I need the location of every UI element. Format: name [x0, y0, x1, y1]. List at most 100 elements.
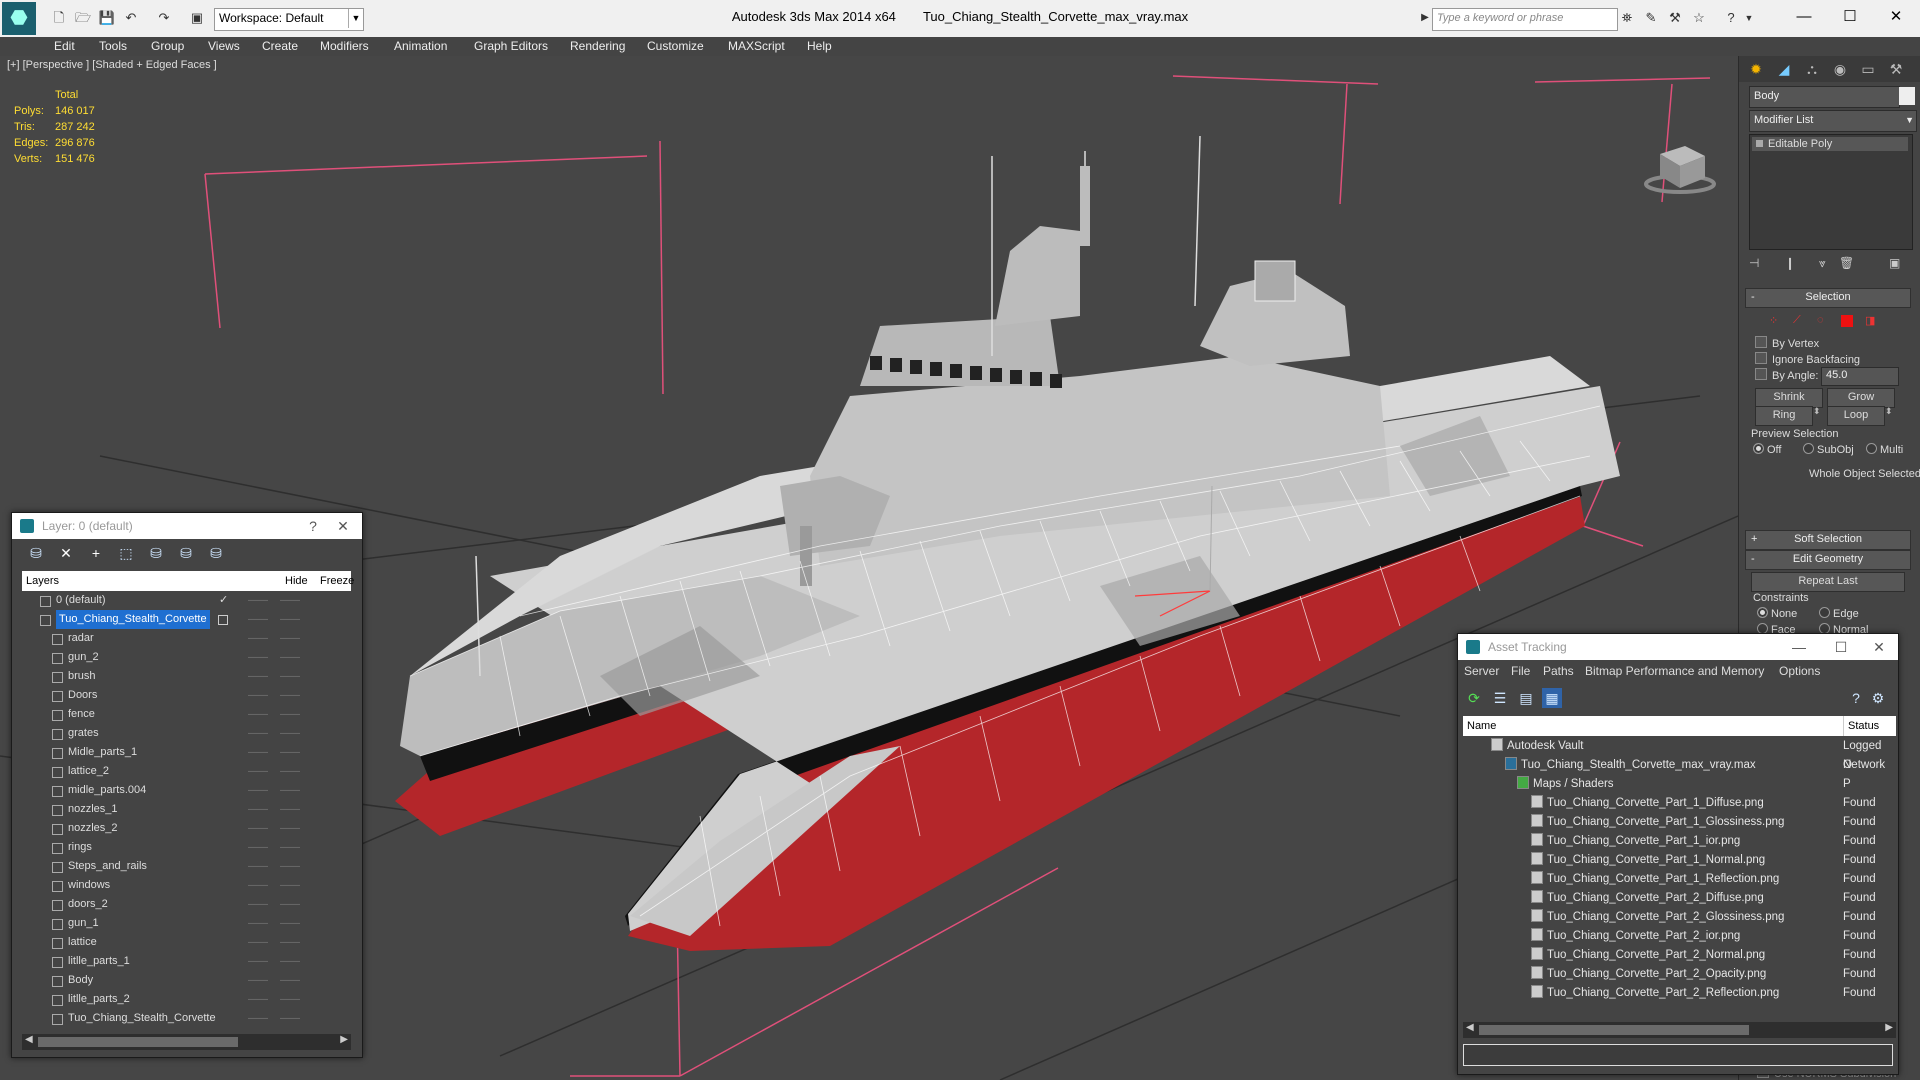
- hide-toggle[interactable]: ——: [248, 667, 268, 686]
- menu-create[interactable]: Create: [262, 38, 298, 55]
- layer-row[interactable]: litlle_parts_1 —— ——: [22, 952, 300, 971]
- preview-multi-radio[interactable]: Multi: [1866, 443, 1903, 456]
- layer-row[interactable]: litlle_parts_2 —— ——: [22, 990, 300, 1009]
- hide-all-layers-icon[interactable]: ⛁: [176, 543, 196, 563]
- layer-window-titlebar[interactable]: Layer: 0 (default) ? ✕: [12, 513, 362, 539]
- hide-toggle[interactable]: ——: [248, 838, 268, 857]
- object-color-swatch[interactable]: [1899, 87, 1915, 105]
- list-view-icon[interactable]: ☰: [1490, 688, 1510, 708]
- help-dropdown-icon[interactable]: ▼: [1740, 9, 1758, 27]
- menu-modifiers[interactable]: Modifiers: [320, 38, 369, 55]
- hide-column-header[interactable]: Hide: [285, 571, 308, 591]
- asset-menu-server[interactable]: Server: [1464, 664, 1499, 678]
- hide-toggle[interactable]: ——: [248, 990, 268, 1009]
- add-to-layer-icon[interactable]: +: [86, 543, 106, 563]
- hide-toggle[interactable]: ——: [248, 743, 268, 762]
- menu-rendering[interactable]: Rendering: [570, 38, 625, 55]
- edit-geometry-rollout-header[interactable]: - Edit Geometry: [1745, 550, 1911, 570]
- hide-toggle[interactable]: ——: [248, 781, 268, 800]
- layer-row[interactable]: rings —— ——: [22, 838, 300, 857]
- hide-toggle[interactable]: ——: [248, 686, 268, 705]
- freeze-toggle[interactable]: ——: [280, 762, 300, 781]
- communication-icon[interactable]: ⚒: [1666, 9, 1684, 27]
- by-vertex-checkbox[interactable]: By Vertex: [1755, 336, 1819, 352]
- asset-row[interactable]: Tuo_Chiang_Corvette_Part_1_Normal.png Fou…: [1463, 851, 1893, 870]
- project-folder-icon[interactable]: ▣: [188, 9, 206, 27]
- asset-row[interactable]: Tuo_Chiang_Stealth_Corvette_max_vray.max…: [1463, 756, 1893, 790]
- hide-toggle[interactable]: ——: [248, 629, 268, 648]
- hide-toggle[interactable]: ——: [248, 971, 268, 990]
- preview-off-radio[interactable]: Off: [1753, 443, 1781, 456]
- hide-toggle[interactable]: ——: [248, 857, 268, 876]
- scroll-left-icon[interactable]: ◀: [25, 1034, 33, 1045]
- workspace-dropdown[interactable]: Workspace: Default ▼: [214, 8, 364, 31]
- layer-create-icon[interactable]: ⛁: [26, 543, 46, 563]
- motion-tab-icon[interactable]: ◉: [1827, 56, 1853, 82]
- asset-minimize-button[interactable]: —: [1784, 634, 1814, 660]
- redo-icon[interactable]: ↷: [155, 9, 173, 27]
- layer-horizontal-scrollbar[interactable]: ◀ ▶: [22, 1034, 351, 1050]
- layer-row[interactable]: Body —— ——: [22, 971, 300, 990]
- freeze-toggle[interactable]: ——: [280, 952, 300, 971]
- ring-button[interactable]: Ring: [1755, 406, 1813, 426]
- save-file-icon[interactable]: 💾: [98, 9, 116, 27]
- constraint-none-radio[interactable]: None: [1757, 607, 1797, 620]
- asset-close-button[interactable]: ✕: [1864, 634, 1894, 660]
- menu-group[interactable]: Group: [151, 38, 184, 55]
- freeze-toggle[interactable]: ——: [280, 781, 300, 800]
- freeze-column-header[interactable]: Freeze: [320, 571, 354, 591]
- asset-row[interactable]: Tuo_Chiang_Corvette_Part_2_Normal.png Fou…: [1463, 946, 1893, 965]
- layer-row[interactable]: grates —— ——: [22, 724, 300, 743]
- modify-tab-icon[interactable]: ◢: [1771, 56, 1797, 82]
- freeze-toggle[interactable]: ——: [280, 1009, 300, 1028]
- layer-help-button[interactable]: ?: [298, 513, 328, 539]
- menu-tools[interactable]: Tools: [99, 38, 127, 55]
- asset-horizontal-scrollbar[interactable]: ◀ ▶: [1463, 1022, 1896, 1038]
- asset-maximize-button[interactable]: ☐: [1826, 634, 1856, 660]
- loop-spinner-icon[interactable]: ⬍: [1885, 406, 1893, 417]
- scroll-thumb[interactable]: [1479, 1025, 1749, 1035]
- viewport-label[interactable]: [+] [Perspective ] [Shaded + Edged Faces…: [7, 59, 217, 71]
- by-angle-checkbox[interactable]: By Angle:: [1755, 368, 1818, 384]
- vertex-level-icon[interactable]: ⁘: [1769, 314, 1778, 327]
- layer-row[interactable]: brush —— ——: [22, 667, 300, 686]
- binoculars-icon[interactable]: ⛯: [1618, 9, 1636, 27]
- freeze-toggle[interactable]: ——: [280, 743, 300, 762]
- hierarchy-tab-icon[interactable]: ⛬: [1799, 56, 1825, 82]
- freeze-toggle[interactable]: ——: [280, 933, 300, 952]
- freeze-toggle[interactable]: ——: [280, 724, 300, 743]
- freeze-toggle[interactable]: ——: [280, 971, 300, 990]
- menu-customize[interactable]: Customize: [647, 38, 704, 55]
- asset-row[interactable]: Tuo_Chiang_Corvette_Part_1_Glossiness.pn…: [1463, 813, 1893, 832]
- soft-selection-rollout-header[interactable]: + Soft Selection: [1745, 530, 1911, 550]
- display-tab-icon[interactable]: ▭: [1855, 56, 1881, 82]
- help-icon[interactable]: ?: [1722, 9, 1740, 27]
- asset-help-icon[interactable]: ?: [1846, 688, 1866, 708]
- hide-toggle[interactable]: ——: [248, 610, 268, 629]
- asset-row[interactable]: Tuo_Chiang_Corvette_Part_2_Glossiness.pn…: [1463, 908, 1893, 927]
- edge-level-icon[interactable]: ⟋: [1793, 314, 1801, 327]
- hide-toggle[interactable]: ——: [248, 952, 268, 971]
- layer-close-button[interactable]: ✕: [328, 513, 358, 539]
- scroll-right-icon[interactable]: ▶: [1885, 1022, 1893, 1033]
- layer-row[interactable]: lattice_2 —— ——: [22, 762, 300, 781]
- layer-row[interactable]: doors_2 —— ——: [22, 895, 300, 914]
- hide-toggle[interactable]: ——: [248, 762, 268, 781]
- freeze-toggle[interactable]: ——: [280, 838, 300, 857]
- freeze-toggle[interactable]: ——: [280, 686, 300, 705]
- asset-row[interactable]: Tuo_Chiang_Corvette_Part_2_Opacity.png Fo…: [1463, 965, 1893, 984]
- layer-row[interactable]: Tuo_Chiang_Stealth_Corvette —— ——: [22, 1009, 300, 1028]
- freeze-toggle[interactable]: ——: [280, 648, 300, 667]
- layer-row[interactable]: windows —— ——: [22, 876, 300, 895]
- remove-modifier-icon[interactable]: 🗑: [1839, 256, 1854, 270]
- asset-menu-options[interactable]: Options: [1779, 664, 1820, 678]
- hide-toggle[interactable]: ——: [248, 1009, 268, 1028]
- menu-graph-editors[interactable]: Graph Editors: [474, 38, 548, 55]
- ignore-backfacing-checkbox[interactable]: Ignore Backfacing: [1755, 352, 1860, 368]
- utilities-tab-icon[interactable]: ⚒: [1883, 56, 1909, 82]
- layer-row[interactable]: Midle_parts_1 —— ——: [22, 743, 300, 762]
- favorites-icon[interactable]: ☆: [1690, 9, 1708, 27]
- status-column-header[interactable]: Status: [1843, 716, 1879, 736]
- freeze-toggle[interactable]: ——: [280, 876, 300, 895]
- freeze-toggle[interactable]: ——: [280, 800, 300, 819]
